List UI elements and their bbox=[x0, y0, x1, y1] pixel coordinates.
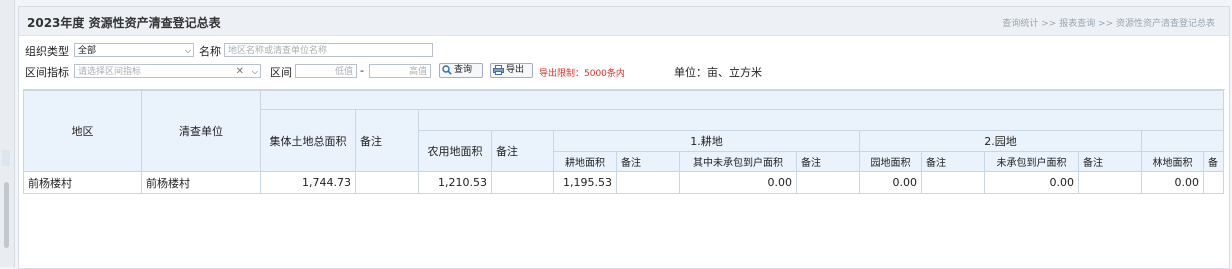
title-bar: 2023年度 资源性资产清查登记总表 查询统计 >> 报表查询 >> 资源性资产… bbox=[19, 7, 1229, 36]
header-spacer bbox=[260, 90, 1224, 110]
name-placeholder: 地区名称或清查单位名称 bbox=[228, 46, 328, 56]
range-dash: - bbox=[360, 64, 364, 77]
header-group-cultivated: 1.耕地 bbox=[553, 130, 860, 152]
cell-unit: 前杨楼村 bbox=[141, 171, 261, 194]
org-type-value: 全部 bbox=[78, 46, 97, 56]
nav-selected-strip bbox=[2, 150, 10, 166]
report-table-container[interactable]: 地区 清查单位 集体土地总面积 备注 农用地面积 备注 1.耕地 2.园地 耕地… bbox=[23, 89, 1225, 266]
cell-garden-uncontracted: 0.00 bbox=[984, 171, 1079, 194]
query-button[interactable]: 查询 bbox=[439, 63, 483, 78]
search-icon bbox=[442, 64, 452, 75]
chevron-down-icon: ⌵ bbox=[251, 67, 258, 76]
cell-remark bbox=[355, 171, 419, 194]
name-search-input[interactable]: 地区名称或清查单位名称 bbox=[224, 43, 433, 57]
cell-remark bbox=[796, 171, 860, 194]
cell-collective-land-total: 1,744.73 bbox=[260, 171, 356, 194]
header-garden-area[interactable]: 园地面积 bbox=[859, 151, 922, 172]
header-uncontracted-area[interactable]: 其中未承包到户面积 bbox=[679, 151, 797, 172]
report-panel: 2023年度 资源性资产清查登记总表 查询统计 >> 报表查询 >> 资源性资产… bbox=[18, 6, 1230, 269]
range-indicator-placeholder: 请选择区间指标 bbox=[78, 67, 142, 77]
query-label: 查询 bbox=[454, 65, 473, 75]
print-icon bbox=[493, 64, 504, 75]
org-type-label: 组织类型 bbox=[25, 45, 69, 58]
filter-bar: 组织类型 全部 ⌵ 名称 地区名称或清查单位名称 区间指标 请选择区间指标 ✕ … bbox=[23, 41, 1229, 83]
cell-region: 前杨楼村 bbox=[23, 171, 142, 194]
header-garden-uncontracted[interactable]: 未承包到户面积 bbox=[984, 151, 1079, 172]
header-remark[interactable]: 备注 bbox=[1078, 151, 1142, 172]
unit-note: 单位：亩、立方米 bbox=[674, 66, 762, 79]
range-indicator-select[interactable]: 请选择区间指标 ✕ ⌵ bbox=[74, 64, 261, 78]
range-indicator-label: 区间指标 bbox=[25, 66, 69, 79]
export-label: 导出 bbox=[506, 65, 525, 75]
left-scrollbar-thumb[interactable] bbox=[4, 182, 9, 248]
breadcrumb: 查询统计 >> 报表查询 >> 资源性资产清查登记总表 bbox=[1002, 19, 1215, 29]
clear-icon[interactable]: ✕ bbox=[236, 65, 244, 79]
cell-remark bbox=[616, 171, 680, 194]
header-remark-partial[interactable]: 备 bbox=[1203, 151, 1224, 172]
header-remark[interactable]: 备注 bbox=[355, 109, 419, 172]
header-remark[interactable]: 备注 bbox=[921, 151, 985, 172]
left-gutter bbox=[0, 0, 15, 267]
export-button[interactable]: 导出 bbox=[490, 63, 533, 78]
cell-forest-area: 0.00 bbox=[1141, 171, 1204, 194]
high-placeholder: 高值 bbox=[408, 67, 427, 77]
header-unit[interactable]: 清查单位 bbox=[141, 90, 261, 172]
cell-remark bbox=[491, 171, 554, 194]
cell-remark bbox=[1203, 171, 1224, 194]
header-region[interactable]: 地区 bbox=[23, 90, 142, 172]
high-value-input[interactable]: 高值 bbox=[369, 64, 431, 78]
header-forest-area[interactable]: 林地面积 bbox=[1141, 151, 1204, 172]
cell-cultivated-area: 1,195.53 bbox=[553, 171, 617, 194]
header-remark[interactable]: 备注 bbox=[491, 130, 554, 172]
cell-uncontracted-area: 0.00 bbox=[679, 171, 797, 194]
range-label: 区间 bbox=[270, 66, 292, 79]
header-remark[interactable]: 备注 bbox=[796, 151, 860, 172]
page-title: 2023年度 资源性资产清查登记总表 bbox=[27, 16, 221, 30]
low-value-input[interactable]: 低值 bbox=[295, 64, 357, 78]
cell-remark bbox=[1078, 171, 1142, 194]
cell-agri-land-area: 1,210.53 bbox=[418, 171, 492, 194]
cell-garden-area: 0.00 bbox=[859, 171, 922, 194]
header-group-forest bbox=[1141, 130, 1224, 152]
table-row[interactable]: 前杨楼村 前杨楼村 1,744.73 1,210.53 1,195.53 0.0… bbox=[23, 171, 1224, 194]
report-table: 地区 清查单位 集体土地总面积 备注 农用地面积 备注 1.耕地 2.园地 耕地… bbox=[23, 90, 1224, 194]
header-group-garden: 2.园地 bbox=[859, 130, 1142, 152]
cell-remark bbox=[921, 171, 985, 194]
export-limit-note: 导出限制：5000条内 bbox=[539, 69, 625, 79]
chevron-down-icon: ⌵ bbox=[184, 46, 191, 55]
header-spacer-2 bbox=[418, 109, 1224, 131]
header-remark[interactable]: 备注 bbox=[616, 151, 680, 172]
low-placeholder: 低值 bbox=[334, 67, 353, 77]
header-cultivated-area[interactable]: 耕地面积 bbox=[553, 151, 617, 172]
header-agri-land-area[interactable]: 农用地面积 bbox=[418, 130, 492, 172]
header-collective-land-total[interactable]: 集体土地总面积 bbox=[260, 109, 356, 172]
org-type-select[interactable]: 全部 ⌵ bbox=[74, 43, 194, 57]
name-label: 名称 bbox=[199, 45, 221, 58]
